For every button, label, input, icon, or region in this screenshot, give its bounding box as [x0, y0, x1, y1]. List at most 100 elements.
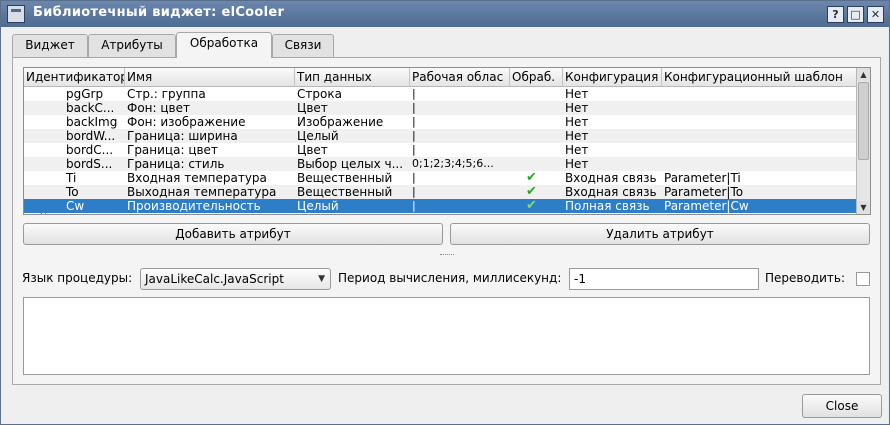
column-header-name[interactable]: Имя: [125, 68, 295, 87]
column-header-id[interactable]: Идентификатор: [24, 68, 125, 87]
table-row[interactable]: Cw Производительность Целый | ✔ Полная связь P…: [24, 199, 856, 213]
calc-period-input[interactable]: -1: [569, 268, 759, 290]
cell-template: [662, 143, 856, 157]
table-row[interactable]: Ti Входная температура Вещественный | ✔ Входн…: [24, 171, 856, 185]
column-header-type[interactable]: Тип данных: [295, 68, 410, 87]
cell-type: Выбор целых ч...: [297, 157, 404, 171]
table-header: Идентификатор Имя Тип данных Рабочая обл…: [24, 68, 856, 87]
scroll-up-icon[interactable]: ▲: [857, 68, 870, 81]
cell-processing: [524, 157, 563, 171]
cell-type: Строка: [297, 87, 342, 101]
cell-template: [662, 157, 856, 171]
tab-widget[interactable]: Виджет: [12, 34, 88, 57]
procedure-text-editor[interactable]: [23, 297, 870, 375]
cell-id: Cw: [66, 199, 85, 213]
maximize-button[interactable]: □: [847, 6, 864, 23]
cell-name: Стр.: группа: [127, 87, 206, 101]
tab-processing[interactable]: Обработка: [176, 32, 272, 58]
cell-configuration: Входная связь: [565, 185, 657, 199]
cell-template: [662, 129, 856, 143]
chevron-down-icon: ▼: [318, 274, 325, 284]
procedure-language-value: JavaLikeCalc.JavaScript: [145, 272, 284, 286]
title-bar[interactable]: Библиотечный виджет: elCooler ? □ ✕: [1, 1, 889, 27]
table-row[interactable]: backC... Фон: цвет Цвет | Нет: [24, 101, 856, 115]
cell-processing: [524, 101, 563, 115]
cell-name: Граница: цвет: [127, 143, 218, 157]
cell-id: To: [66, 185, 79, 199]
column-header-processing[interactable]: Обраб.: [510, 68, 563, 87]
cell-work-area: |: [412, 143, 416, 156]
cell-name: Выходная температура: [127, 185, 277, 199]
cell-template: [662, 87, 856, 101]
table-row[interactable]: bordC... Граница: цвет Цвет | Нет: [24, 143, 856, 157]
cell-type: Цвет: [297, 143, 328, 157]
tab-links[interactable]: Связи: [272, 34, 334, 57]
cell-type: Целый: [297, 129, 339, 143]
cell-id: Ti: [66, 171, 77, 185]
attributes-table[interactable]: Идентификатор Имя Тип данных Рабочая обл…: [23, 67, 871, 215]
cell-id: bordC...: [66, 143, 114, 157]
scroll-down-icon[interactable]: ▼: [857, 201, 870, 214]
cell-name: Граница: ширина: [127, 129, 238, 143]
table-row[interactable]: bordW... Граница: ширина Целый | Нет: [24, 129, 856, 143]
help-button[interactable]: ?: [827, 6, 844, 23]
window-title: Библиотечный виджет: elCooler: [33, 5, 285, 20]
check-icon: ✔: [526, 185, 537, 199]
cell-configuration: Полная связь: [565, 199, 650, 213]
close-button[interactable]: Close: [802, 394, 882, 418]
procedure-language-select[interactable]: JavaLikeCalc.JavaScript ▼: [140, 268, 331, 290]
cell-work-area: |: [412, 171, 416, 184]
cell-type: Цвет: [297, 101, 328, 115]
table-row[interactable]: bordS... Граница: стиль Выбор целых ч... 0;…: [24, 157, 856, 171]
column-header-configuration[interactable]: Конфигурация: [563, 68, 662, 87]
translate-label: Переводить:: [765, 271, 846, 285]
cell-processing: [524, 143, 563, 157]
close-window-button[interactable]: ✕: [867, 6, 884, 23]
scroll-thumb[interactable]: [858, 82, 869, 160]
table-vertical-scrollbar[interactable]: ▲ ▼: [856, 68, 870, 214]
cell-id: pgGrp: [66, 87, 104, 101]
remove-attribute-button[interactable]: Удалить атрибут: [450, 223, 870, 245]
splitter-handle[interactable]: [13, 253, 880, 259]
cell-configuration: Нет: [565, 143, 589, 157]
cell-name: Фон: цвет: [127, 101, 190, 115]
cell-work-area: 0;1;2;3;4;5;6...: [412, 157, 494, 170]
table-row[interactable]: backImg Фон: изображение Изображение | Нет: [24, 115, 856, 129]
check-icon: ✔: [526, 199, 537, 213]
calc-period-label: Период вычисления, миллисекунд:: [338, 271, 562, 285]
cell-work-area: |: [412, 101, 416, 114]
table-row-partial[interactable]: ▸ Ti...: [24, 213, 856, 214]
cell-configuration: Входная связь: [565, 171, 657, 185]
cell-work-area: |: [412, 185, 416, 198]
cell-configuration: Нет: [565, 87, 589, 101]
table-row[interactable]: To Выходная температура Вещественный | ✔ Вход…: [24, 185, 856, 199]
cell-id: bordS...: [66, 157, 113, 171]
cell-name: Фон: изображение: [127, 115, 246, 129]
cell-template: Parameter|Cw: [664, 199, 749, 213]
cell-processing: [524, 129, 563, 143]
cell-template: [662, 101, 856, 115]
cell-processing: [524, 115, 563, 129]
cell-configuration: Нет: [565, 115, 589, 129]
table-row[interactable]: pgGrp Стр.: группа Строка | Нет: [24, 87, 856, 101]
cell-work-area: |: [412, 199, 416, 212]
column-header-template[interactable]: Конфигурационный шаблон: [662, 68, 856, 87]
column-header-work-area[interactable]: Рабочая облас: [410, 68, 510, 87]
cell-work-area: |: [412, 129, 416, 142]
processing-panel: Идентификатор Имя Тип данных Рабочая обл…: [12, 57, 881, 385]
tab-attributes[interactable]: Атрибуты: [88, 34, 176, 57]
cell-template: Parameter|Ti: [664, 171, 741, 185]
translate-checkbox[interactable]: [856, 272, 870, 286]
cell-id: backImg: [66, 115, 118, 129]
cell-id: backC...: [66, 101, 115, 115]
cell-processing: [524, 87, 563, 101]
cell-configuration: Нет: [565, 129, 589, 143]
cell-type: Вещественный: [297, 171, 393, 185]
app-icon: [7, 5, 25, 23]
cell-type: Целый: [297, 199, 339, 213]
cell-name: Входная температура: [127, 171, 267, 185]
cell-type: Изображение: [297, 115, 384, 129]
add-attribute-button[interactable]: Добавить атрибут: [23, 223, 443, 245]
cell-name: Граница: стиль: [127, 157, 225, 171]
table-body: pgGrp Стр.: группа Строка | Нет backC... Фон: …: [24, 87, 856, 214]
